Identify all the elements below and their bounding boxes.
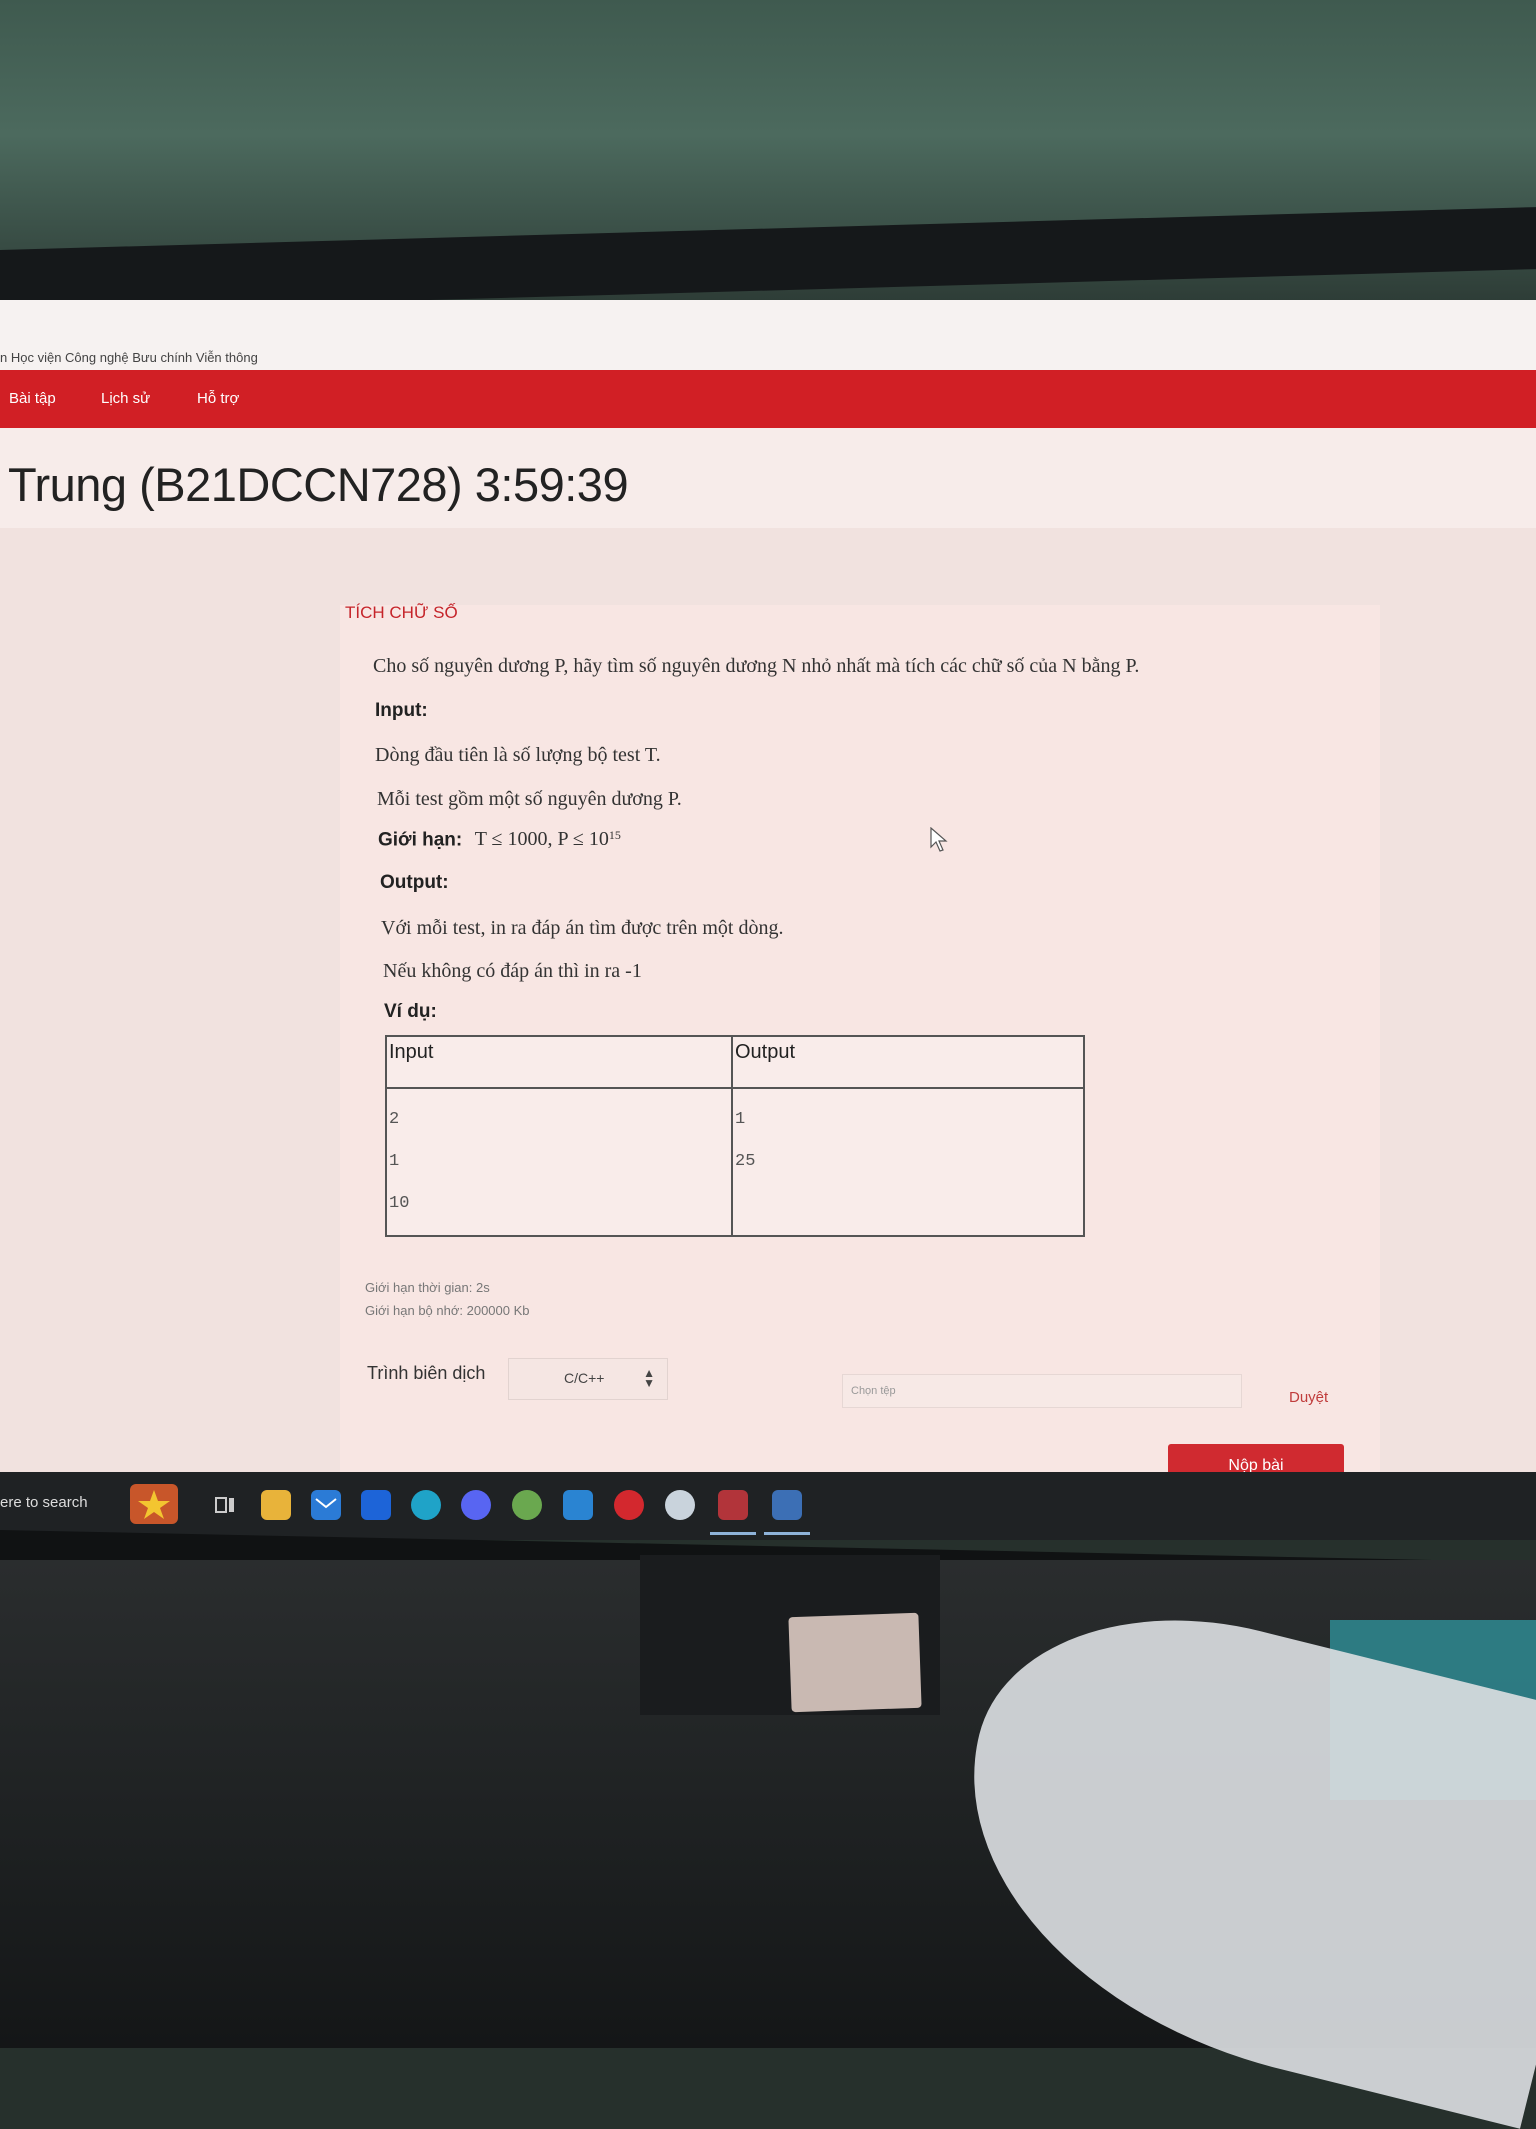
output-line-2: Nếu không có đáp án thì in ra -1 xyxy=(383,960,642,982)
example-heading: Ví dụ: xyxy=(384,1001,437,1022)
example-body-row: 2 1 10 1 25 xyxy=(385,1087,1085,1237)
example-output-cell: 1 25 xyxy=(731,1087,1085,1237)
input-heading: Input: xyxy=(375,700,428,721)
example-header-input: Input xyxy=(385,1035,733,1089)
chrome-icon[interactable] xyxy=(512,1490,542,1520)
weather-icon[interactable] xyxy=(130,1484,178,1524)
compiler-select[interactable]: C/C++ ▲ ▼ xyxy=(508,1358,668,1400)
page-title: Trung (B21DCCN728) 3:59:39 xyxy=(8,458,629,511)
taskbar: ere to search xyxy=(0,1472,1536,1540)
window-title: n Học viện Công nghệ Bưu chính Viễn thôn… xyxy=(0,350,258,365)
output-line-1: Với mỗi test, in ra đáp án tìm được trên… xyxy=(381,917,784,939)
file-input[interactable]: Chọn tệp xyxy=(842,1374,1242,1408)
example-table: Input Output 2 1 10 1 25 xyxy=(385,1035,1085,1237)
example-input-line: 1 xyxy=(389,1152,400,1171)
input-line-1: Dòng đầu tiên là số lượng bộ test T. xyxy=(375,744,661,766)
time-limit: Giới hạn thời gian: 2s xyxy=(365,1280,490,1295)
browse-button[interactable]: Duyệt xyxy=(1289,1389,1328,1406)
compiler-select-value: C/C++ xyxy=(564,1370,605,1386)
problem-title: TÍCH CHỮ SỐ xyxy=(345,603,458,622)
memory-limit: Giới hạn bộ nhớ: 200000 Kb xyxy=(365,1303,530,1318)
input-line-2: Mỗi test gồm một số nguyên dương P. xyxy=(377,788,682,810)
limits-text: T ≤ 1000, P ≤ 10 xyxy=(474,828,609,851)
app-red-icon[interactable] xyxy=(614,1490,644,1520)
sticker-tag xyxy=(788,1612,922,1713)
dev-icon[interactable] xyxy=(772,1490,802,1520)
vscode-icon[interactable] xyxy=(563,1490,593,1520)
limits-heading: Giới hạn: xyxy=(378,829,463,851)
active-app-indicator xyxy=(764,1532,810,1535)
discord-icon[interactable] xyxy=(461,1490,491,1520)
active-app-indicator xyxy=(710,1532,756,1535)
example-output-line: 1 xyxy=(735,1110,746,1129)
dropbox-icon[interactable] xyxy=(361,1490,391,1520)
steam-icon[interactable] xyxy=(665,1490,695,1520)
file-explorer-icon[interactable] xyxy=(261,1490,291,1520)
limits-exponent: 15 xyxy=(608,828,621,842)
example-input-cell: 2 1 10 xyxy=(385,1087,733,1237)
select-arrows-icon: ▲ ▼ xyxy=(643,1366,655,1390)
limits-row: Giới hạn: T ≤ 1000, P ≤ 1015 xyxy=(378,828,621,851)
nav-item-lich-su[interactable]: Lịch sử xyxy=(101,390,150,407)
compiler-label: Trình biên dịch xyxy=(367,1363,486,1383)
app-active-icon[interactable] xyxy=(718,1490,748,1520)
mail-icon[interactable] xyxy=(311,1490,341,1520)
problem-statement: Cho số nguyên dương P, hãy tìm số nguyên… xyxy=(373,655,1140,677)
task-view-icon[interactable] xyxy=(210,1490,240,1520)
example-input-line: 10 xyxy=(389,1194,410,1213)
nav-item-bai-tap[interactable]: Bài tập xyxy=(9,390,56,407)
example-header-row: Input Output xyxy=(385,1035,1085,1089)
mouse-cursor-icon xyxy=(930,827,948,852)
monitor-screen: n Học viện Công nghệ Bưu chính Viễn thôn… xyxy=(0,300,1536,1540)
example-output-line: 25 xyxy=(735,1152,756,1171)
edge-icon[interactable] xyxy=(411,1490,441,1520)
output-heading: Output: xyxy=(380,872,449,893)
taskbar-search[interactable]: ere to search xyxy=(0,1494,88,1511)
browser-titlebar: n Học viện Công nghệ Bưu chính Viễn thôn… xyxy=(0,300,1536,370)
file-input-placeholder: Chọn tệp xyxy=(851,1385,896,1397)
example-header-output: Output xyxy=(731,1035,1085,1089)
nav-item-ho-tro[interactable]: Hỗ trợ xyxy=(197,390,239,407)
example-input-line: 2 xyxy=(389,1110,400,1129)
top-navbar: Bài tập Lịch sử Hỗ trợ xyxy=(0,370,1536,428)
